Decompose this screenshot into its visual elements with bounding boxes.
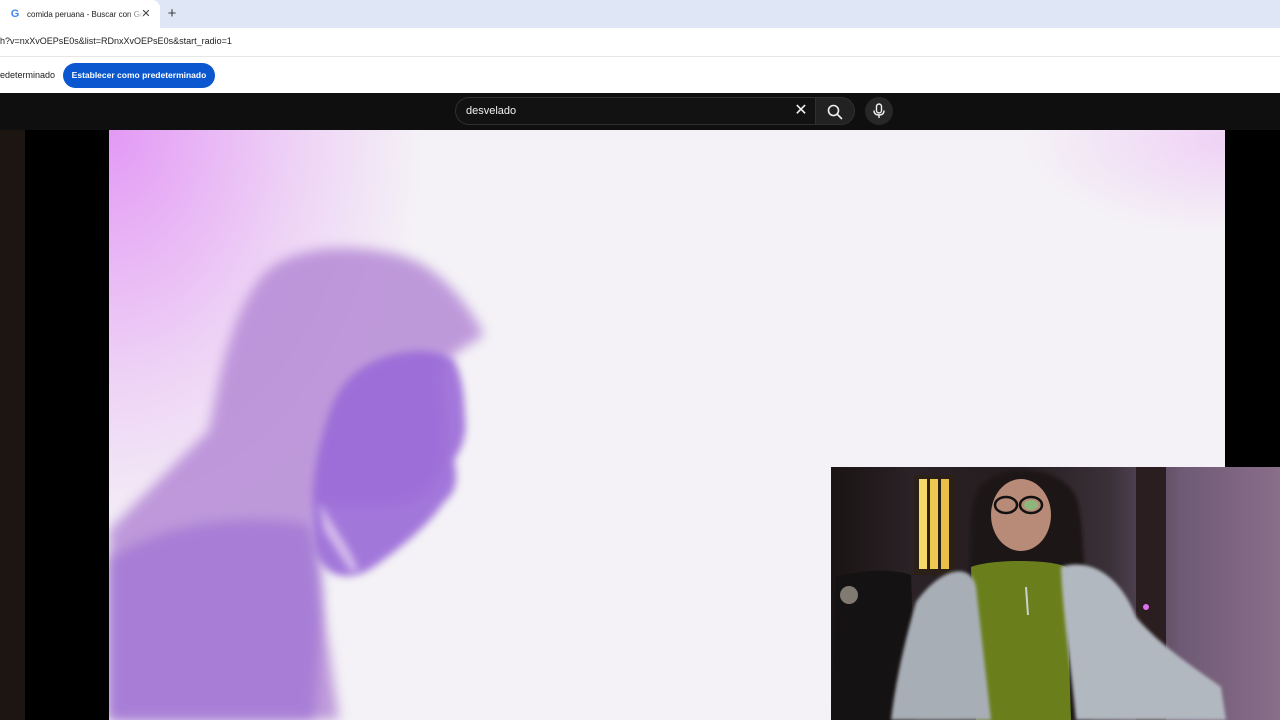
- webcam-streamer-image: [831, 467, 1226, 720]
- new-tab-icon[interactable]: +: [164, 6, 180, 22]
- google-favicon-icon: G: [10, 8, 20, 20]
- search-button[interactable]: [815, 97, 855, 125]
- set-default-button[interactable]: Establecer como predeterminado: [63, 63, 215, 88]
- player-left-edge: [0, 130, 25, 720]
- tab-close-icon[interactable]: ✕: [140, 8, 152, 20]
- search-icon: [827, 104, 843, 120]
- url-text[interactable]: h?v=nxXvOEPsE0s&list=RDnxXvOEPsE0s&start…: [0, 36, 232, 46]
- search-input[interactable]: [466, 98, 786, 124]
- player-right-letterbox: [1225, 130, 1280, 468]
- search-box[interactable]: [455, 97, 815, 125]
- webcam-overlay: [831, 467, 1280, 720]
- browser-tab[interactable]: G comida peruana - Buscar con Google ✕: [0, 0, 160, 28]
- microphone-icon: [873, 103, 885, 118]
- infobar-message: edeterminado: [0, 70, 56, 80]
- close-icon[interactable]: ✕: [791, 101, 811, 121]
- address-bar[interactable]: h?v=nxXvOEPsE0s&list=RDnxXvOEPsE0s&start…: [0, 28, 1280, 57]
- player-letterbox: [25, 130, 109, 720]
- browser-tab-strip: G comida peruana - Buscar con Google ✕ +: [0, 0, 1280, 28]
- tab-title: comida peruana - Buscar con Google: [27, 9, 145, 19]
- voice-search-button[interactable]: [865, 97, 893, 125]
